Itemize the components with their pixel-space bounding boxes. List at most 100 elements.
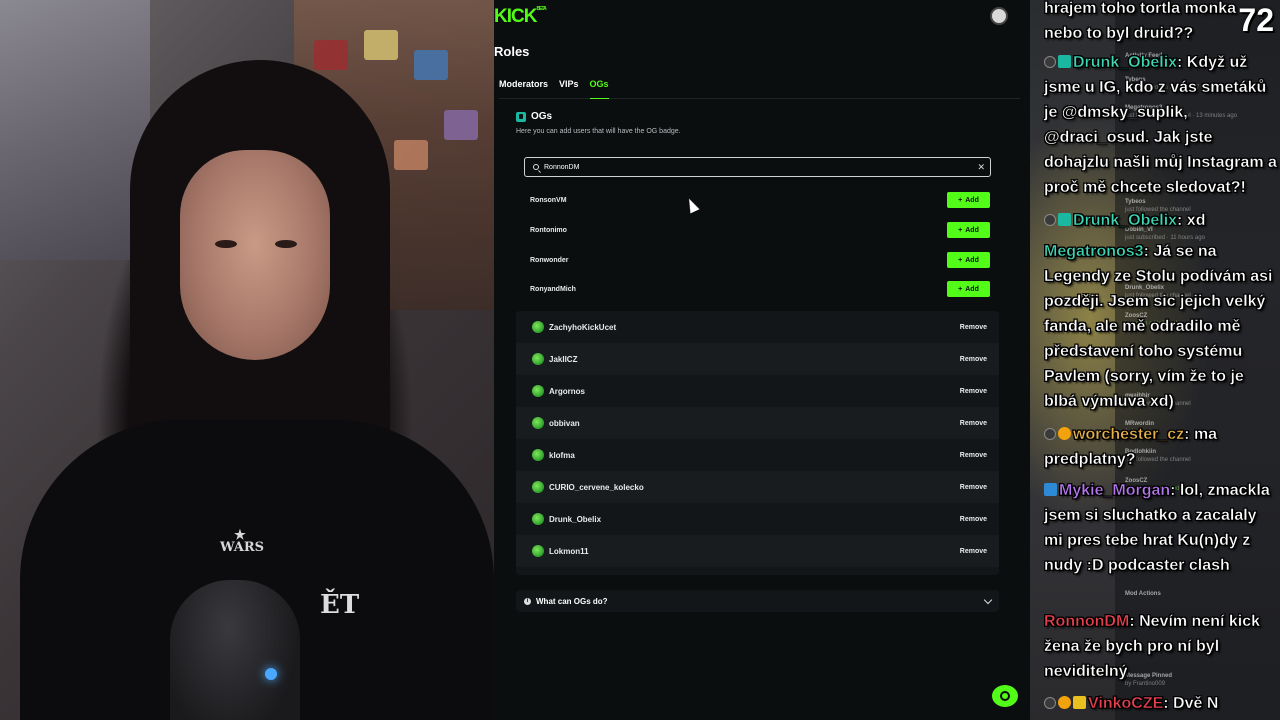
wall-poster bbox=[0, 0, 150, 260]
plus-icon: + bbox=[958, 226, 963, 234]
avatar bbox=[532, 545, 544, 557]
og-username: klofma bbox=[549, 450, 575, 460]
og-username: CURIO_cervene_kolecko bbox=[549, 482, 644, 492]
faq-accordion[interactable]: i What can OGs do? bbox=[516, 590, 999, 612]
remove-button[interactable]: Remove bbox=[960, 548, 987, 555]
tab-vips[interactable]: VIPs bbox=[559, 79, 579, 99]
chat-overlay: Activity Feed Tybeos just followed the ch… bbox=[1030, 0, 1280, 720]
crown-badge-icon bbox=[1073, 696, 1086, 709]
webcam-feed: ★ WARS ĚT bbox=[0, 0, 494, 720]
vip-badge-icon bbox=[1058, 696, 1071, 709]
remove-button[interactable]: Remove bbox=[960, 420, 987, 427]
plus-icon: + bbox=[958, 256, 963, 264]
message-text: : xd bbox=[1177, 212, 1206, 229]
avatar bbox=[532, 321, 544, 333]
clear-icon[interactable]: ✕ bbox=[977, 162, 985, 173]
chat-message: Megatronos3: Já se na Legendy ze Stolu p… bbox=[1044, 239, 1278, 414]
message-text: hrajem toho tortla monka nebo to byl dru… bbox=[1044, 0, 1237, 42]
og-username: Lokmon11 bbox=[549, 546, 589, 556]
avatar bbox=[532, 353, 544, 365]
chat-message: RonnonDM: Nevím není kick žena že bych p… bbox=[1044, 609, 1278, 684]
moderator-badge-icon bbox=[1044, 483, 1057, 496]
chat-message: Mykie_Morgan: lol, zmackla jsem si sluch… bbox=[1044, 478, 1278, 578]
user-avatar[interactable] bbox=[990, 7, 1008, 25]
chat-username[interactable]: VinkoCZE bbox=[1088, 695, 1164, 712]
avatar bbox=[532, 417, 544, 429]
search-result: RonyandMich + Add bbox=[530, 279, 990, 299]
shirt-print: ĚT bbox=[320, 590, 360, 620]
avatar bbox=[532, 481, 544, 493]
og-badge-icon bbox=[1058, 213, 1071, 226]
page-title: Roles bbox=[494, 44, 530, 59]
chat-username[interactable]: Mykie_Morgan bbox=[1059, 482, 1171, 499]
eye bbox=[275, 240, 297, 248]
result-name: Rontonimo bbox=[530, 226, 567, 234]
add-button[interactable]: + Add bbox=[947, 192, 990, 208]
og-username: Argornos bbox=[549, 386, 585, 396]
vip-badge-icon bbox=[1058, 427, 1071, 440]
microphone bbox=[170, 580, 300, 720]
chat-message: Drunk_Obelix: Když už jsme u IG, kdo z v… bbox=[1044, 50, 1278, 200]
tab-ogs[interactable]: OGs bbox=[589, 79, 609, 99]
kick-logo[interactable]: KICKBETA bbox=[494, 6, 547, 28]
search-result: RonsonVM + Add bbox=[530, 190, 990, 210]
og-user-row: CURIO_cervene_kolecko Remove bbox=[516, 471, 999, 503]
section-title: OGs bbox=[531, 111, 553, 122]
og-username: JakIICZ bbox=[549, 354, 578, 364]
subscriber-badge-icon bbox=[1044, 697, 1056, 709]
og-badge-icon bbox=[516, 111, 526, 122]
result-name: RonsonVM bbox=[530, 196, 567, 204]
message-text: : Dvě N bbox=[1163, 695, 1219, 712]
og-username: ZachyhoKickUcet bbox=[549, 322, 617, 332]
remove-button[interactable]: Remove bbox=[960, 356, 987, 363]
tab-moderators[interactable]: Moderators bbox=[499, 79, 548, 99]
chat-message: hrajem toho tortla monka nebo to byl dru… bbox=[1044, 0, 1278, 46]
avatar bbox=[532, 449, 544, 461]
og-username: obbivan bbox=[549, 418, 580, 428]
chat-username[interactable]: Drunk_Obelix bbox=[1073, 212, 1177, 229]
search-box: ✕ bbox=[524, 157, 991, 177]
section-description: Here you can add users that will have th… bbox=[516, 128, 681, 135]
chat-username[interactable]: worchester_cz bbox=[1073, 426, 1185, 443]
og-user-row: JakIICZ Remove bbox=[516, 343, 999, 375]
chat-support-icon bbox=[1000, 691, 1010, 701]
add-button[interactable]: + Add bbox=[947, 281, 990, 297]
plus-icon: + bbox=[958, 285, 963, 293]
star-wars-pendant: ★ WARS bbox=[220, 528, 265, 555]
chat-message: Drunk_Obelix: xd bbox=[1044, 208, 1278, 233]
chat-username[interactable]: RonnonDM bbox=[1044, 613, 1130, 630]
og-badge-icon bbox=[1058, 55, 1071, 68]
remove-button[interactable]: Remove bbox=[960, 484, 987, 491]
remove-button[interactable]: Remove bbox=[960, 324, 987, 331]
add-button[interactable]: + Add bbox=[947, 222, 990, 238]
subscriber-badge-icon bbox=[1044, 56, 1056, 68]
chat-username[interactable]: Drunk_Obelix bbox=[1073, 54, 1177, 71]
og-user-row: obbivan Remove bbox=[516, 407, 999, 439]
og-user-list: ZachyhoKickUcet Remove JakIICZ Remove Ar… bbox=[516, 311, 999, 575]
chat-message: worchester_cz: ma predplatny? bbox=[1044, 422, 1278, 472]
search-icon bbox=[533, 164, 539, 170]
result-name: Ronwonder bbox=[530, 256, 569, 264]
remove-button[interactable]: Remove bbox=[960, 516, 987, 523]
add-button[interactable]: + Add bbox=[947, 252, 990, 268]
chat-username[interactable]: Megatronos3 bbox=[1044, 243, 1144, 260]
avatar bbox=[532, 385, 544, 397]
kick-dashboard: KICKBETA Roles Moderators VIPs OGs OGs H… bbox=[494, 0, 1030, 720]
remove-button[interactable]: Remove bbox=[960, 452, 987, 459]
og-username: Drunk_Obelix bbox=[549, 514, 602, 524]
result-name: RonyandMich bbox=[530, 285, 576, 293]
support-button[interactable] bbox=[992, 685, 1018, 707]
search-result: Ronwonder + Add bbox=[530, 250, 990, 270]
avatar bbox=[532, 513, 544, 525]
mic-led bbox=[265, 668, 277, 680]
faq-question: What can OGs do? bbox=[536, 596, 608, 606]
eye bbox=[215, 240, 237, 248]
og-user-row: Lokmon11 Remove bbox=[516, 535, 999, 567]
message-text: : Když už jsme u IG, kdo z vás smetáků j… bbox=[1044, 54, 1277, 196]
search-result: Rontonimo + Add bbox=[530, 220, 990, 240]
remove-button[interactable]: Remove bbox=[960, 388, 987, 395]
search-input[interactable] bbox=[544, 163, 964, 171]
og-user-row: ZachyhoKickUcet Remove bbox=[516, 311, 999, 343]
subscriber-badge-icon bbox=[1044, 214, 1056, 226]
chat-message: VinkoCZE: Dvě N bbox=[1044, 691, 1278, 716]
